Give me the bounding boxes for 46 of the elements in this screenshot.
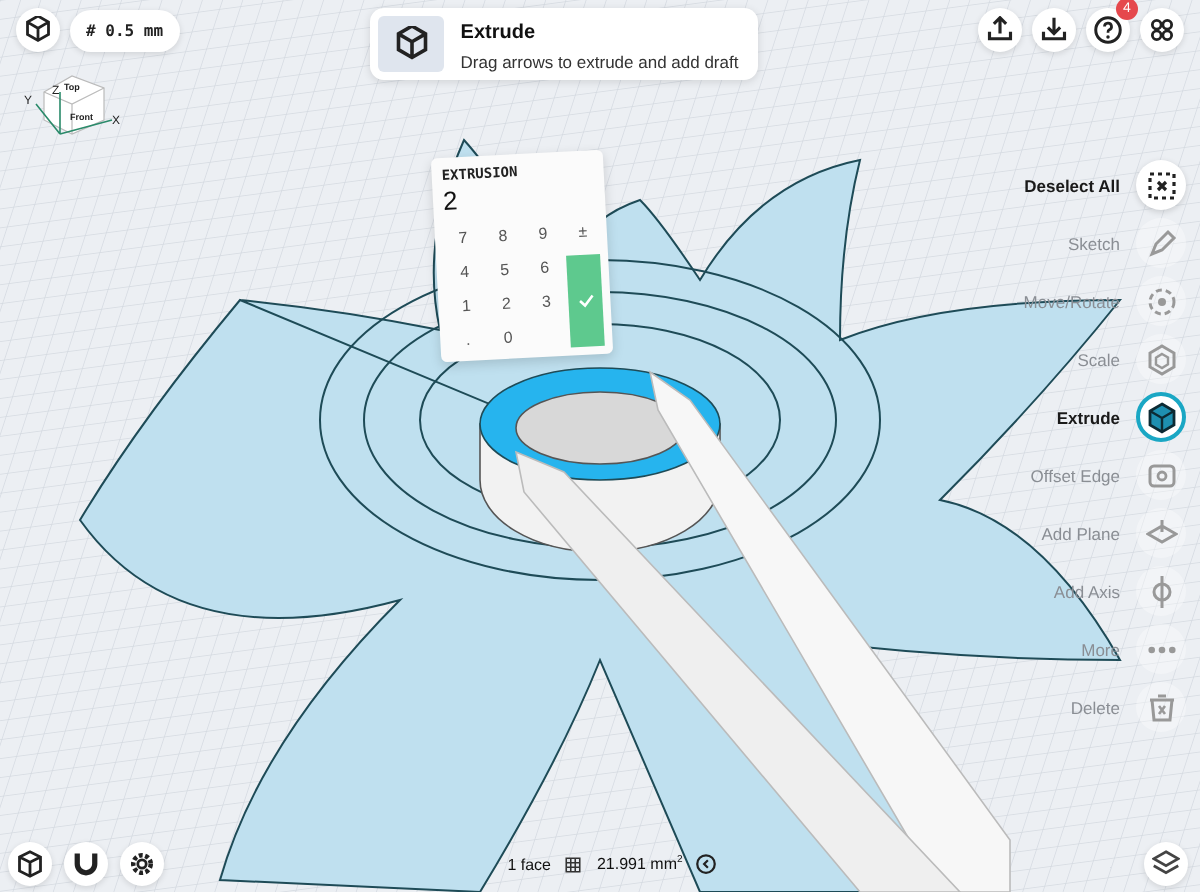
area-icon (564, 855, 583, 873)
keypad-key[interactable]: 3 (527, 283, 566, 320)
cube-icon (1145, 401, 1177, 433)
view-cube-drawing (35, 75, 113, 135)
check-icon (577, 292, 594, 310)
keypad-key[interactable]: 1 (447, 288, 486, 324)
box-icon (16, 850, 44, 878)
settings-icon (128, 850, 156, 878)
deselect-icon (1145, 169, 1177, 201)
tool-label: Deselect All (1024, 175, 1120, 195)
help-icon (1093, 16, 1122, 44)
area-value: 21.991 mm$^{2}$ (596, 854, 683, 874)
plane-icon (1145, 517, 1177, 549)
selection-count: 1 face (507, 855, 551, 873)
rotate-icon (1145, 285, 1177, 317)
tooltip-title: Extrude (460, 22, 538, 44)
pencil-icon (1145, 227, 1177, 259)
keypad-key[interactable]: 8 (484, 218, 522, 254)
tool-label: Delete (1070, 697, 1120, 717)
keypad-key[interactable]: 6 (525, 249, 564, 286)
keypad-key[interactable]: 5 (485, 252, 524, 288)
keypad-key[interactable]: . (449, 322, 488, 358)
keypad-key[interactable]: ± (563, 213, 602, 250)
delete-icon (1145, 691, 1177, 723)
keypad-key[interactable]: 4 (445, 254, 484, 290)
keypad-key[interactable]: 2 (487, 285, 526, 322)
keypad-value: 2 (442, 183, 461, 217)
offset-icon (1145, 459, 1177, 491)
cube-icon (1145, 343, 1177, 375)
keypad-key[interactable]: 9 (524, 215, 562, 252)
tooltip-text: Drag arrows to extrude and add draft (460, 52, 739, 72)
tool-label: Sketch (1068, 233, 1120, 253)
keypad-key[interactable]: 7 (444, 220, 482, 256)
more-icon (1147, 645, 1175, 653)
download-icon (1039, 16, 1068, 44)
menu-icon (1147, 16, 1176, 44)
back-icon[interactable] (696, 854, 717, 874)
grid-size-button[interactable]: # 0.5 mm (70, 9, 180, 51)
layers-icon (1151, 850, 1180, 878)
tool-label: Add Plane (1041, 523, 1120, 543)
tool-label: Scale (1077, 349, 1120, 369)
magnet-icon (72, 850, 100, 878)
tool-label: Extrude (1056, 407, 1120, 427)
tool-label: Offset Edge (1030, 465, 1120, 485)
upload-icon (985, 16, 1014, 44)
keypad-key[interactable]: 0 (489, 319, 528, 356)
